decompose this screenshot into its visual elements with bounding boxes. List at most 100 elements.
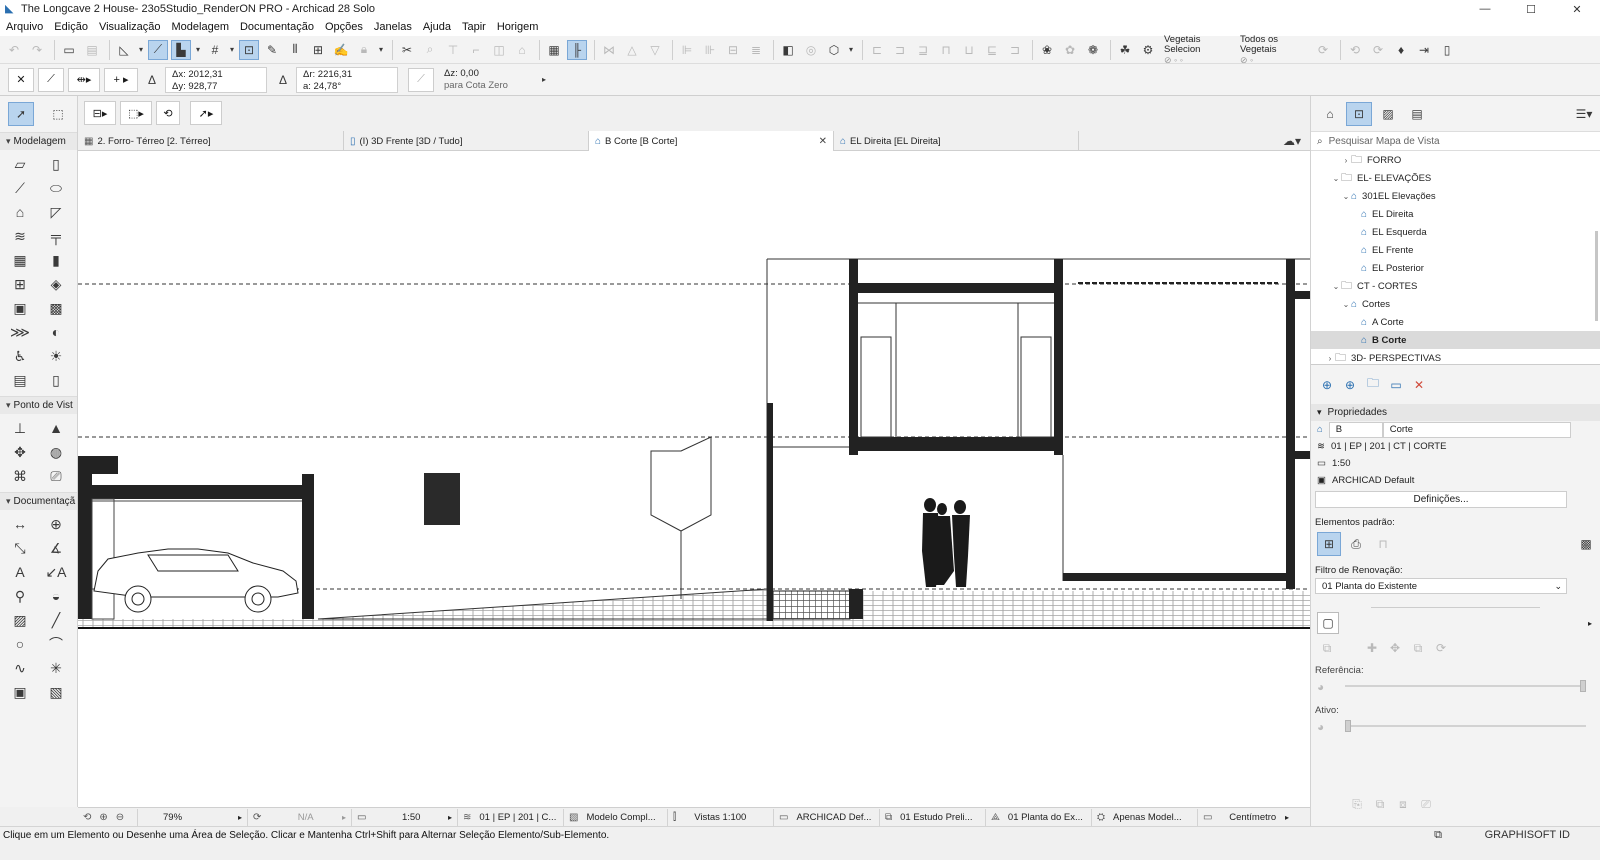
chevron-down-icon[interactable]: ⌄: [1341, 300, 1351, 309]
triangle-up-icon[interactable]: △: [622, 40, 642, 60]
rotation-field[interactable]: ⟳ N/A ▸: [248, 808, 352, 826]
vegetation-icon[interactable]: ☘: [1115, 40, 1135, 60]
roof-tool-icon[interactable]: ⌂: [6, 201, 34, 223]
toolbox-section-modelagem[interactable]: Modelagem: [0, 132, 77, 150]
menu-janelas[interactable]: Janelas: [374, 21, 412, 33]
new-folder-icon[interactable]: 🗀︎: [1363, 375, 1383, 395]
overlay-move-icon[interactable]: ✥: [1385, 638, 1405, 658]
sphere-icon[interactable]: ◎: [801, 40, 821, 60]
radial-dimension-tool-icon[interactable]: ⊕: [42, 513, 70, 535]
mesh-tool-icon[interactable]: ⋙: [6, 321, 34, 343]
edit-icon[interactable]: ✍: [331, 40, 351, 60]
object-tool-icon[interactable]: ▣: [6, 297, 34, 319]
menu-horigem[interactable]: Horigem: [497, 21, 539, 33]
door-tool-icon[interactable]: ▮: [42, 249, 70, 271]
tab-3d-frente[interactable]: ▯ (I) 3D Frente [3D / Tudo]: [344, 131, 589, 151]
structure-element-icon[interactable]: ⊓: [1371, 532, 1395, 556]
zoom-out-icon[interactable]: ⊖: [116, 812, 124, 823]
export-icon[interactable]: ⇥: [1414, 40, 1434, 60]
resize-icon[interactable]: ◫: [489, 40, 509, 60]
menu-documentacao[interactable]: Documentação: [240, 21, 314, 33]
overlay-tool-c-icon[interactable]: ⧈: [1393, 795, 1413, 815]
shell-tool-icon[interactable]: ◸: [42, 201, 70, 223]
overlay-icon[interactable]: ▢: [1317, 612, 1339, 634]
layout-book-icon[interactable]: ▨: [1375, 102, 1401, 126]
printer-element-icon[interactable]: ⎙: [1344, 532, 1368, 556]
tree-item-cortes[interactable]: ⌄ ⌂ Cortes: [1311, 295, 1600, 313]
sync-icon[interactable]: ⟲: [1345, 40, 1365, 60]
grid-snap-icon[interactable]: #: [205, 40, 225, 60]
tab-el-direita[interactable]: ⌂ EL Direita [EL Direita]: [834, 131, 1079, 151]
plant-icon[interactable]: ❀: [1037, 40, 1057, 60]
plant-b-icon[interactable]: ✿: [1060, 40, 1080, 60]
overlay-tool-b-icon[interactable]: ⧉: [1370, 795, 1390, 815]
elevation-tool-icon[interactable]: ▲: [42, 417, 70, 439]
open-icon[interactable]: ▭: [59, 40, 79, 60]
align-extra-icon[interactable]: ⊐: [1005, 40, 1025, 60]
label-tool-icon[interactable]: ↙A: [42, 561, 70, 583]
detail-tool-icon[interactable]: ⌘: [6, 465, 34, 487]
fill-icon[interactable]: ▦: [544, 40, 564, 60]
overlay-tool-d-icon[interactable]: ⎚: [1416, 795, 1436, 815]
panel-menu-icon[interactable]: ☰▾: [1571, 102, 1597, 126]
navigator-search[interactable]: ⌕ Pesquisar Mapa de Vista: [1311, 131, 1600, 151]
xy-coordinates[interactable]: Δx: 2012,31 Δy: 928,77: [165, 66, 267, 93]
chevron-right-icon[interactable]: ›: [1341, 156, 1351, 165]
layers-icon[interactable]: ≣: [746, 40, 766, 60]
pointer-mode-icon[interactable]: ➚▸: [190, 101, 222, 125]
chevron-down-icon[interactable]: ⌄: [1341, 192, 1351, 201]
tree-item-el-direita[interactable]: ⌂ EL Direita: [1311, 205, 1600, 223]
measure-icon[interactable]: ⌕: [420, 40, 440, 60]
graphisoft-id-link[interactable]: GRAPHISOFT ID: [1485, 829, 1570, 841]
polar-coordinates[interactable]: Δr: 2216,31 a: 24,78°: [296, 66, 398, 93]
tree-item-a-corte[interactable]: ⌂ A Corte: [1311, 313, 1600, 331]
grid-element-icon[interactable]: ⊞: [1317, 532, 1341, 556]
redo-icon[interactable]: ↷: [27, 40, 47, 60]
todos-os-vegetais-button[interactable]: Todos os Vegetais ⊘ ◦: [1240, 34, 1310, 65]
save-icon[interactable]: ▤: [82, 40, 102, 60]
point-options-icon[interactable]: + ▸: [104, 67, 138, 92]
fill-tool-icon[interactable]: ◒: [42, 585, 70, 607]
phase-field[interactable]: ⧉ 01 Estudo Preli...: [880, 808, 986, 826]
align-icon[interactable]: ⊫: [677, 40, 697, 60]
overlay-copy-icon[interactable]: ⧉: [1317, 638, 1337, 658]
active-slider[interactable]: [1345, 718, 1586, 734]
beam-tool-icon[interactable]: ⟋: [6, 177, 34, 199]
view-id-field[interactable]: B: [1328, 421, 1383, 438]
offset-icon[interactable]: ⌐: [466, 40, 486, 60]
undo-icon[interactable]: ↶: [4, 40, 24, 60]
hatch-tool-icon[interactable]: ▨: [6, 609, 34, 631]
dropdown-chevron-icon[interactable]: ▾: [847, 40, 855, 60]
layer-row[interactable]: ≋ 01 | EP | 201 | CT | CORTE: [1311, 438, 1600, 455]
document-icon[interactable]: ▯: [1437, 40, 1457, 60]
model-view-field[interactable]: ▧ Modelo Compl...: [564, 808, 668, 826]
spline-tool-icon[interactable]: ∿: [6, 657, 34, 679]
pen-set-field[interactable]: ⫿ Vistas 1:100: [668, 808, 774, 826]
wall-tool-icon[interactable]: ▱: [6, 153, 34, 175]
marquee-tool-icon[interactable]: ⬚: [45, 102, 71, 126]
roof-icon[interactable]: ⌂: [512, 40, 532, 60]
mirror-icon[interactable]: ⋈: [599, 40, 619, 60]
angle-lock-icon[interactable]: ⟋: [408, 67, 434, 92]
magic-wand-icon[interactable]: ✎: [262, 40, 282, 60]
circle-tool-icon[interactable]: ○: [6, 633, 34, 655]
tree-item-el-esquerda[interactable]: ⌂ EL Esquerda: [1311, 223, 1600, 241]
section-marker-icon[interactable]: ╟: [567, 39, 587, 60]
view-name-field[interactable]: Corte: [1382, 421, 1571, 438]
lamp-tool-icon[interactable]: ☀: [42, 345, 70, 367]
stair-tool-icon[interactable]: ≋: [6, 225, 34, 247]
view-map-icon[interactable]: ⊡: [1346, 101, 1372, 126]
overlay-add-icon[interactable]: ✚: [1362, 638, 1382, 658]
stack-icon[interactable]: ⊟: [723, 40, 743, 60]
menu-arquivo[interactable]: Arquivo: [6, 21, 43, 33]
area-select-icon[interactable]: ⬚▸: [120, 101, 152, 125]
arrow-options-icon[interactable]: ⇹▸: [68, 67, 100, 92]
z-coordinate[interactable]: Δz: 0,00 para Cota Zero: [438, 67, 540, 93]
delete-icon[interactable]: ✕: [1409, 375, 1429, 395]
unit-field[interactable]: ▭ Centímetro ▸: [1198, 809, 1294, 826]
chair-tool-icon[interactable]: ♿︎: [6, 345, 34, 367]
close-polygon-icon[interactable]: ✕: [8, 67, 34, 92]
element-select-icon[interactable]: ⊟▸: [84, 101, 116, 125]
drawing-canvas[interactable]: [78, 151, 1310, 807]
tree-item-el-frente[interactable]: ⌂ EL Frente: [1311, 241, 1600, 259]
